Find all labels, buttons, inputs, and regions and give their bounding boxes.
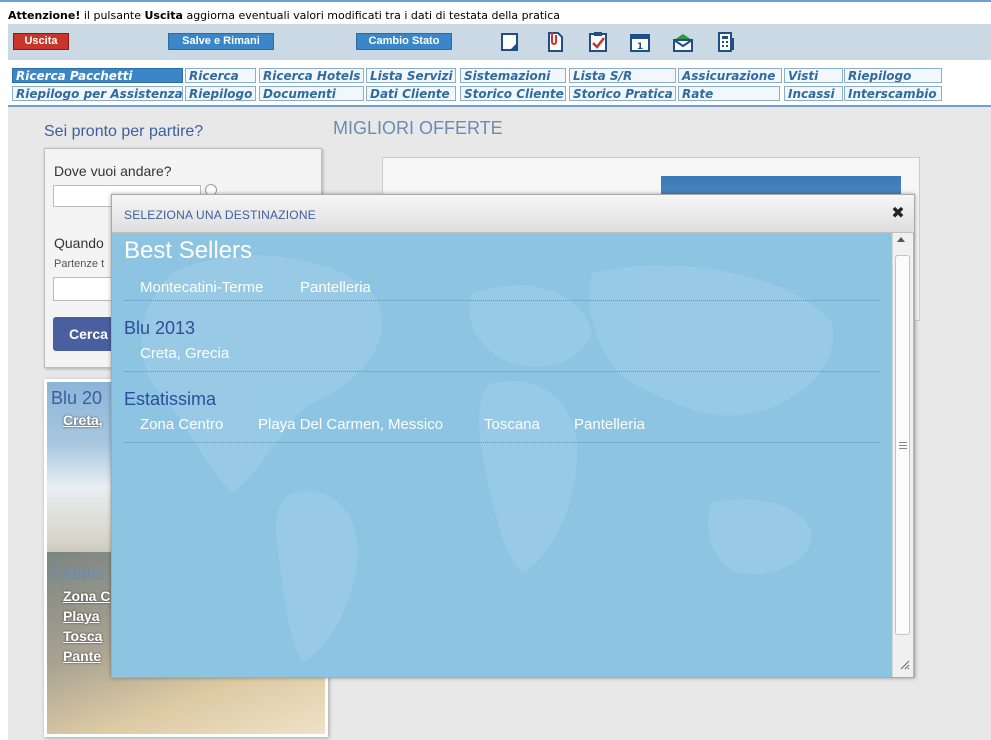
departures-label: Partenze t	[54, 258, 105, 270]
destination-toscana[interactable]: Toscana	[484, 416, 540, 433]
print-icon[interactable]	[714, 30, 738, 54]
tab-riepilogo-2[interactable]: Riepilogo	[185, 86, 256, 101]
destination-modal: SELEZIONA UNA DESTINAZIONE ✖ Best Seller…	[111, 194, 915, 678]
section-best-sellers: Best Sellers Montecatini-Terme Panteller…	[124, 237, 880, 301]
scroll-up-arrow-icon[interactable]	[897, 237, 905, 242]
promo-link-playa[interactable]: Playa	[63, 608, 100, 624]
destination-label: Dove vuoi andare?	[54, 163, 172, 179]
tab-riepilogo-assistenza[interactable]: Riepilogo per Assistenza	[12, 86, 183, 101]
grip-icon	[899, 442, 907, 443]
note-icon[interactable]	[498, 30, 522, 54]
tab-bar: Ricerca Pacchetti Ricerca Ricerca Hotels…	[8, 67, 991, 107]
search-heading: Sei pronto per partire?	[44, 123, 204, 140]
modal-scrollbar[interactable]	[892, 233, 913, 677]
tab-documenti[interactable]: Documenti	[259, 86, 364, 101]
resize-handle-icon[interactable]	[898, 658, 910, 670]
tab-sistemazioni[interactable]: Sistemazioni	[460, 68, 566, 83]
notice-text-1: il pulsante	[80, 9, 145, 22]
section-title-blu-2013: Blu 2013	[124, 318, 196, 338]
tab-storico-pratica[interactable]: Storico Pratica	[569, 86, 676, 101]
exit-button[interactable]: Uscita	[13, 33, 69, 50]
toolbar: Uscita Salve e Rimani Cambio Stato 1	[8, 24, 991, 60]
destination-pantelleria-2[interactable]: Pantelleria	[574, 416, 645, 433]
promo-link-creta[interactable]: Creta,	[63, 412, 103, 428]
tab-incassi[interactable]: Incassi	[784, 86, 843, 101]
scrollbar-thumb[interactable]	[895, 255, 910, 635]
tab-lista-servizi[interactable]: Lista Servizi	[366, 68, 456, 83]
tab-rate[interactable]: Rate	[678, 86, 780, 101]
promo-link-zona[interactable]: Zona C	[63, 588, 110, 604]
tab-ricerca-pacchetti[interactable]: Ricerca Pacchetti	[12, 68, 183, 83]
destination-zona-centro[interactable]: Zona Centro	[140, 416, 223, 433]
date-input[interactable]	[53, 277, 115, 301]
notice-text-2: aggiorna eventuali valori modificati tra…	[182, 9, 560, 22]
destination-playa-del-carmen[interactable]: Playa Del Carmen, Messico	[258, 416, 443, 433]
tab-ricerca-hotels[interactable]: Ricerca Hotels	[259, 68, 364, 83]
promo-link-toscana[interactable]: Tosca	[63, 628, 102, 644]
promo-link-pantelleria[interactable]: Pante	[63, 648, 101, 664]
change-status-button[interactable]: Cambio Stato	[356, 33, 452, 50]
mail-icon[interactable]	[671, 30, 695, 54]
save-and-stay-button[interactable]: Salve e Rimani	[168, 33, 274, 50]
destination-pantelleria[interactable]: Pantelleria	[300, 279, 371, 296]
tab-riepilogo[interactable]: Riepilogo	[844, 68, 942, 83]
notice-warning-label: Attenzione!	[8, 9, 81, 22]
tab-dati-cliente[interactable]: Dati Cliente	[366, 86, 456, 101]
tab-visti[interactable]: Visti	[784, 68, 843, 83]
when-label: Quando	[54, 235, 104, 251]
top-border	[0, 0, 991, 2]
modal-title: SELEZIONA UNA DESTINAZIONE	[124, 208, 316, 222]
checklist-icon[interactable]	[586, 30, 610, 54]
calendar-icon[interactable]: 1	[628, 30, 652, 54]
section-blu-2013: Blu 2013 Creta, Grecia	[124, 318, 880, 372]
search-button[interactable]: Cerca	[53, 317, 117, 351]
close-icon[interactable]: ✖	[890, 205, 906, 221]
section-estatissima: Estatissima Zona Centro Playa Del Carmen…	[124, 389, 880, 443]
tab-assicurazione[interactable]: Assicurazione	[678, 68, 782, 83]
destination-montecatini-terme[interactable]: Montecatini-Terme	[140, 279, 263, 296]
tab-lista-sr[interactable]: Lista S/R	[569, 68, 676, 83]
tab-storico-cliente[interactable]: Storico Cliente	[460, 86, 566, 101]
section-title-estatissima: Estatissima	[124, 389, 217, 409]
offers-heading: MIGLIORI OFFERTE	[333, 118, 503, 138]
modal-body: Best Sellers Montecatini-Terme Panteller…	[112, 233, 892, 677]
exit-notice: Attenzione! il pulsante Uscita aggiorna …	[8, 9, 560, 22]
destination-creta-grecia[interactable]: Creta, Grecia	[140, 345, 229, 362]
tab-interscambio[interactable]: Interscambio	[844, 86, 942, 101]
svg-text:1: 1	[637, 42, 643, 52]
promo-title-2: Estatis	[51, 564, 106, 584]
attachment-icon[interactable]	[543, 30, 567, 54]
tab-ricerca[interactable]: Ricerca	[185, 68, 256, 83]
section-title-best-sellers: Best Sellers	[124, 237, 253, 264]
modal-header: SELEZIONA UNA DESTINAZIONE ✖	[112, 195, 914, 233]
promo-title: Blu 20	[51, 388, 103, 408]
notice-exit-label: Uscita	[144, 9, 183, 22]
